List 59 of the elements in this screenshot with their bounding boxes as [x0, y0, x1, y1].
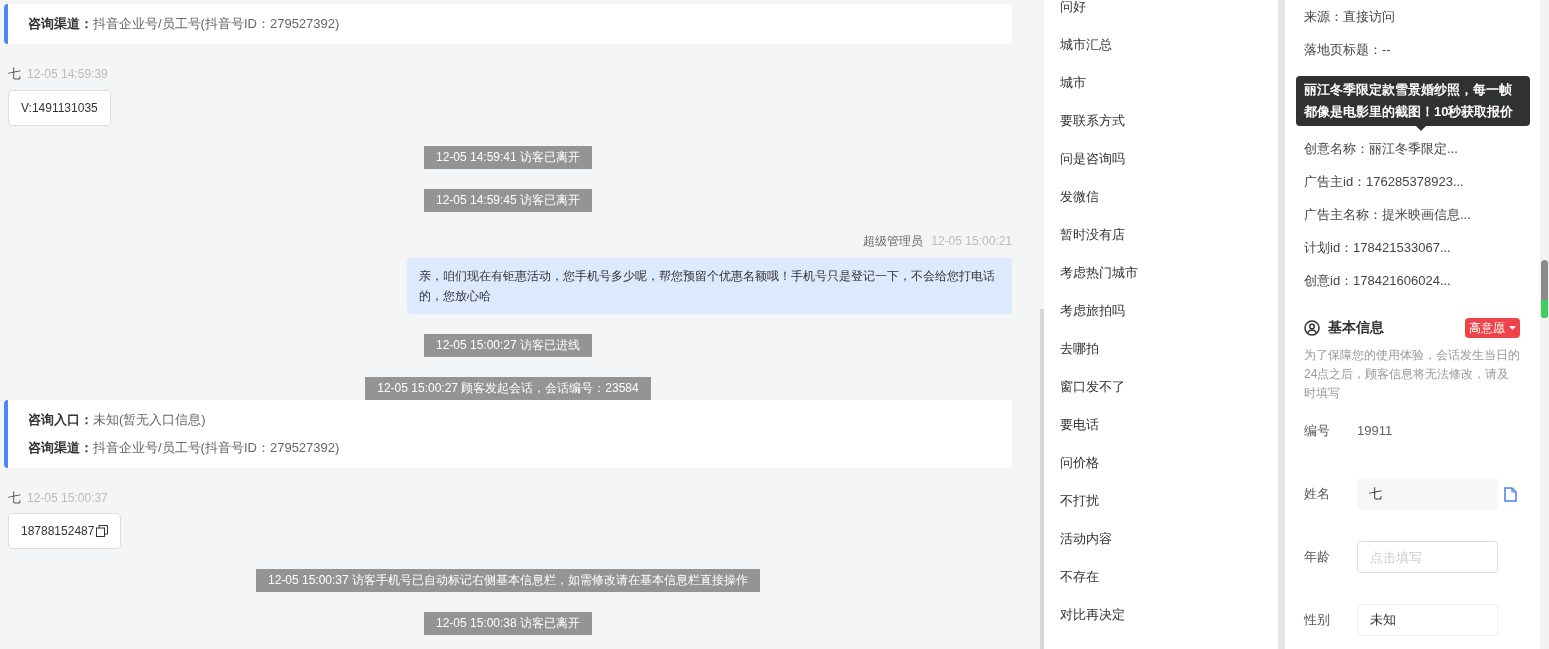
message-text: 18788152487 [21, 523, 95, 540]
section-title: 基本信息 [1328, 318, 1384, 337]
quick-reply-item[interactable]: 发微信 [1060, 178, 1278, 216]
quick-reply-item[interactable]: 考虑热门城市 [1060, 254, 1278, 292]
info-line: 咨询渠道：抖音企业号/员工号(抖音号ID：279527392) [28, 15, 341, 33]
quick-reply-item[interactable]: 要电话 [1060, 406, 1278, 444]
quick-reply-item[interactable]: 不打扰 [1060, 482, 1278, 520]
caret-icon [1509, 325, 1516, 330]
field-value: 19911 [1357, 422, 1393, 441]
quick-reply-item[interactable]: 窗口发不了 [1060, 368, 1278, 406]
quick-reply-item[interactable]: 城市汇总 [1060, 26, 1278, 64]
gender-select[interactable]: 未知 [1357, 604, 1498, 636]
field-label: 编号 [1304, 422, 1331, 441]
quick-reply-item[interactable]: 考虑旅拍吗 [1060, 292, 1278, 330]
system-notice: 12-05 15:00:27 访客已进线 [423, 333, 593, 357]
quick-reply-item[interactable]: 问好 [1060, 0, 1278, 26]
message-bubble: 亲，咱们现在有钜惠活动，您手机号多少呢，帮您预留个优惠名额哦！手机号只是登记一下，不会给您打电话的，您放心哈 [407, 257, 1012, 314]
message-text: V:1491131035 [21, 99, 98, 117]
system-notice: 12-05 15:00:27 顾客发起会话，会话编号：23584 [365, 376, 651, 400]
quick-reply-item[interactable]: 问价格 [1060, 444, 1278, 482]
source-info-row-text: 广告主名称：提米映画信息... [1304, 205, 1472, 224]
scrollbar[interactable] [1541, 260, 1548, 318]
source-info-row-text: 广告主id：176285378923... [1304, 172, 1465, 191]
document-icon[interactable] [1504, 486, 1517, 502]
notice-text: 为了保障您的使用体验，会话发生当日的24点之后，顾客信息将无法修改，请及时填写 [1304, 347, 1521, 402]
sender-name: 七 [8, 65, 21, 83]
quick-reply-item[interactable]: 要联系方式 [1060, 102, 1278, 140]
message-time: 12-05 15:00:37 [27, 489, 108, 507]
tooltip-arrow [1416, 126, 1426, 131]
system-notice: 12-05 15:00:37 访客手机号已自动标记右侧基本信息栏，如需修改请在基本信息栏直接操作 [255, 569, 761, 592]
source-info-row-text: 落地页标题：-- [1304, 40, 1392, 59]
info-line: 咨询渠道：抖音企业号/员工号(抖音号ID：279527392) [28, 438, 341, 457]
field-label: 年龄 [1304, 548, 1331, 567]
source-info-row-text: 创意id：178421606024... [1304, 271, 1452, 290]
system-notice: 12-05 14:59:45 访客已离开 [423, 188, 593, 212]
quick-reply-item[interactable]: 暂时没有店 [1060, 216, 1278, 254]
source-info-row-text: 创意名称：丽江冬季限定... [1304, 139, 1459, 158]
source-info-row-text: 计划id：178421533067... [1304, 238, 1452, 257]
sender-name: 超级管理员 [863, 232, 924, 250]
field-label: 性别 [1304, 611, 1331, 630]
source-info-row-text: 来源：直接访问 [1304, 7, 1396, 26]
sender-name: 七 [8, 488, 21, 507]
user-circle-icon [1304, 319, 1320, 336]
system-notice: 12-05 15:00:38 访客已离开 [423, 612, 593, 635]
message-time: 12-05 14:59:39 [27, 66, 108, 83]
quick-reply-item[interactable]: 对比再决定 [1060, 596, 1278, 634]
field-label: 姓名 [1304, 485, 1331, 504]
quick-reply-item[interactable]: 问是咨询吗 [1060, 140, 1278, 178]
quick-reply-item[interactable]: 城市 [1060, 64, 1278, 102]
quick-reply-item[interactable]: 活动内容 [1060, 520, 1278, 558]
quick-reply-item[interactable]: 不存在 [1060, 558, 1278, 596]
info-line: 咨询入口：未知(暂无入口信息) [28, 410, 207, 429]
scrollbar[interactable] [1040, 309, 1044, 649]
quick-reply-item[interactable]: 去哪拍 [1060, 330, 1278, 368]
message-time: 12-05 15:00:21 [931, 232, 1012, 250]
intent-tag[interactable]: 高意愿 [1465, 317, 1520, 338]
system-notice: 12-05 14:59:41 访客已离开 [423, 145, 593, 169]
name-field: 七 [1357, 478, 1498, 510]
copy-icon[interactable] [96, 525, 109, 537]
